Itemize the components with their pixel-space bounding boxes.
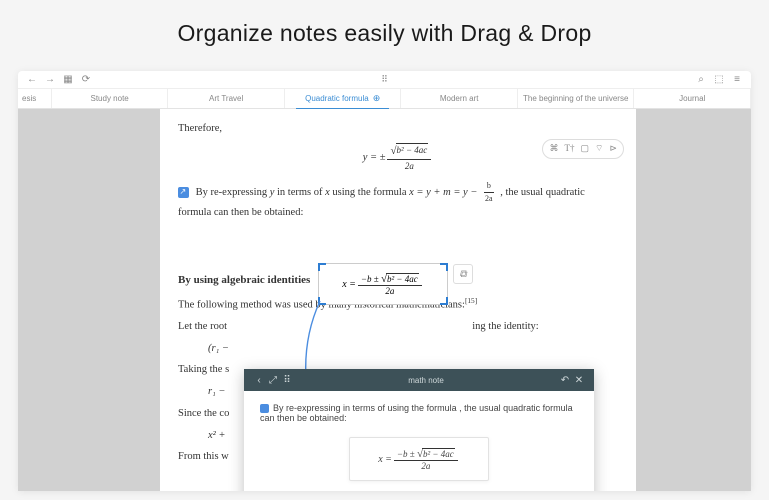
app-grid-icon[interactable]: ⠿ [381,74,388,85]
doc-paragraph: Therefore, [178,121,618,137]
tab-add-icon[interactable]: ⊕ [373,93,381,104]
copy-icon[interactable]: ⧉ [453,264,473,284]
note-popup-title: math note [294,376,558,385]
tab-modern-art[interactable]: Modern art [401,89,518,108]
popup-grid-icon[interactable]: ⠿ [280,375,294,386]
tab-bar: esis Study note Art Travel Quadratic for… [18,89,751,109]
promo-title: Organize notes easily with Drag & Drop [0,0,769,71]
top-toolbar: ← → ▦ ⟳ ⠿ ⌕ ⬚ ≡ [18,71,751,89]
back-icon[interactable]: ← [26,74,38,86]
selection-handle-icon[interactable] [440,263,448,271]
grid-view-icon[interactable]: ▦ [62,74,74,86]
tab-art-travel[interactable]: Art Travel [168,89,285,108]
tab-journal[interactable]: Journal [634,89,751,108]
more-action-icon[interactable]: ⊳ [609,142,617,156]
tab-quadratic-formula[interactable]: Quadratic formula⊕ [285,89,402,108]
note-formula-card[interactable]: x = −b ± b² − 4ac2a [349,437,489,481]
tab-esis[interactable]: esis [18,89,52,108]
image-action-icon[interactable]: ▢ [580,142,589,156]
selection-handle-icon[interactable] [318,297,326,305]
popup-expand-icon[interactable]: ⤢ [266,375,280,386]
note-anchor-icon[interactable] [178,187,189,198]
note-popup-body: By re-expressing in terms of using the f… [244,391,594,491]
link-action-icon[interactable]: ⌘ [549,142,558,156]
refresh-icon[interactable]: ⟳ [80,74,92,86]
doc-paragraph: Let the root ing the identity: [178,319,618,335]
note-popup-header[interactable]: ‹ ⤢ ⠿ math note ↶ ✕ [244,369,594,391]
note-anchor-icon[interactable] [260,404,269,413]
forward-icon[interactable]: → [44,74,56,86]
note-popup[interactable]: ‹ ⤢ ⠿ math note ↶ ✕ By re-expressing in … [244,369,594,491]
action-pill: ⌘ T† ▢ ⌔ ⊳ [542,139,624,159]
popup-back-icon[interactable]: ‹ [252,375,266,386]
tab-beginning-universe[interactable]: The beginning of the universe [518,89,635,108]
menu-icon[interactable]: ≡ [731,74,743,86]
text-action-icon[interactable]: T† [564,142,574,156]
tab-study-note[interactable]: Study note [52,89,169,108]
formula-block: (r₁ − [178,341,618,357]
doc-paragraph: By re-expressing y in terms of x using t… [178,180,618,221]
app-window: ← → ▦ ⟳ ⠿ ⌕ ⬚ ≡ esis Study note Art Trav… [18,71,751,491]
close-icon[interactable]: ✕ [572,375,586,386]
share-icon[interactable]: ⬚ [713,74,725,86]
search-icon[interactable]: ⌕ [695,74,707,86]
comment-action-icon[interactable]: ⌔ [595,142,603,156]
selection-handle-icon[interactable] [318,263,326,271]
selection-handle-icon[interactable] [440,297,448,305]
drag-formula-card[interactable]: x = −b ± b² − 4ac2a ⧉ [318,263,448,305]
undo-icon[interactable]: ↶ [558,375,572,386]
